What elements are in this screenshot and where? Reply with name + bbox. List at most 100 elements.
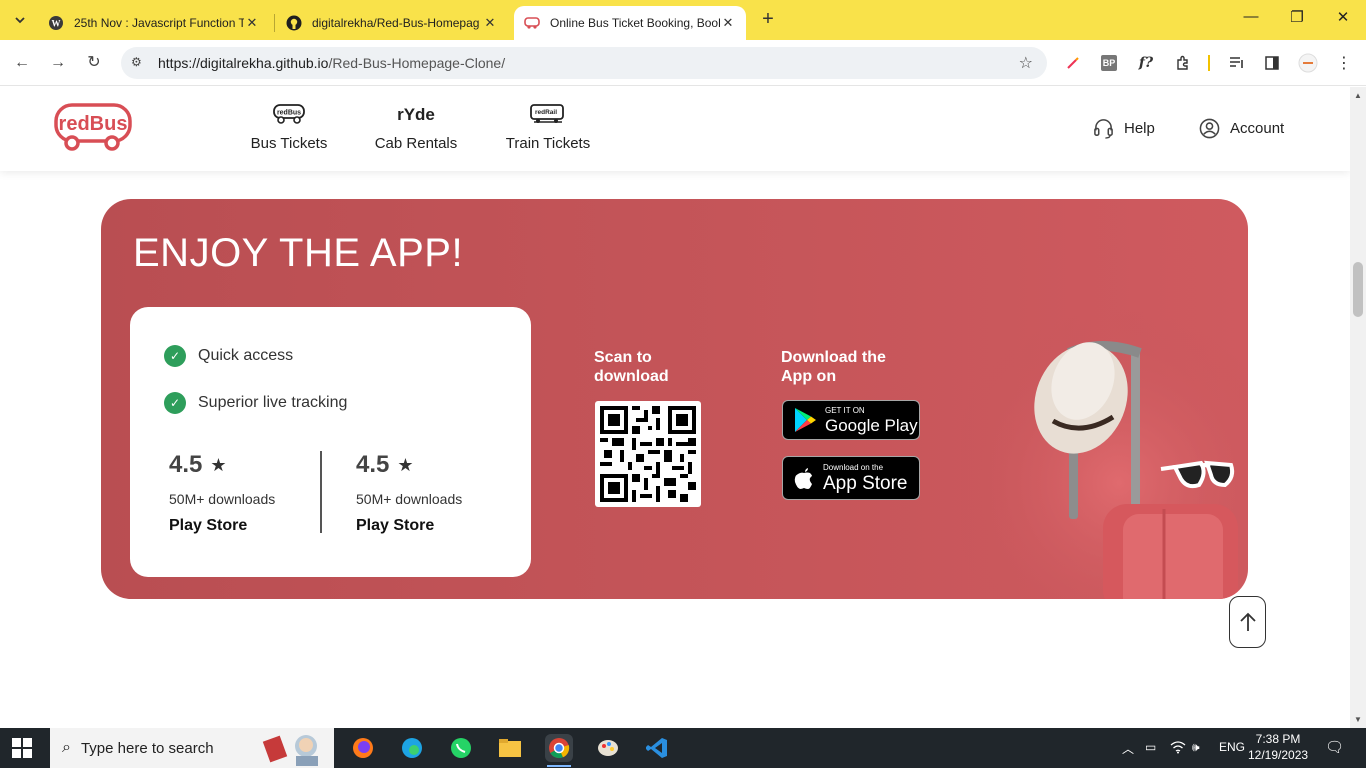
- nav-train-tickets[interactable]: redRail Train Tickets: [500, 103, 596, 152]
- help-link[interactable]: Help: [1093, 118, 1155, 139]
- browser-tab-3[interactable]: Online Bus Ticket Booking, Book ✕: [514, 6, 746, 40]
- github-icon: [286, 15, 302, 31]
- wifi-icon[interactable]: [1170, 740, 1186, 757]
- account-icon: [1199, 118, 1220, 139]
- battery-icon[interactable]: ▭: [1145, 740, 1156, 754]
- clock-date: 12/19/2023: [1248, 748, 1309, 762]
- browser-tab-2[interactable]: digitalrekha/Red-Bus-Homepag ✕: [276, 6, 508, 40]
- whatsapp-icon[interactable]: [447, 734, 475, 762]
- nav-label: Train Tickets: [505, 135, 591, 152]
- nav-label: Bus Tickets: [250, 135, 328, 152]
- google-play-badge[interactable]: GET IT ON Google Play: [782, 400, 920, 440]
- language-indicator[interactable]: ENG: [1219, 740, 1245, 754]
- close-icon[interactable]: ✕: [244, 15, 260, 31]
- close-icon[interactable]: ✕: [720, 15, 736, 31]
- nav-cab-rentals[interactable]: rYde Cab Rentals: [370, 103, 462, 152]
- feature-live-tracking: ✓ Superior live tracking: [164, 392, 347, 414]
- color-picker-extension-icon[interactable]: [1062, 52, 1084, 74]
- feature-label: Superior live tracking: [198, 394, 348, 411]
- help-label: Help: [1124, 120, 1155, 137]
- paint-icon[interactable]: [594, 734, 622, 762]
- google-play-icon: [795, 408, 816, 432]
- scrollbar-thumb[interactable]: [1353, 262, 1363, 317]
- close-icon[interactable]: ✕: [482, 15, 498, 31]
- arrow-up-icon: [1239, 612, 1256, 631]
- nav-bus-tickets[interactable]: redBus Bus Tickets: [246, 103, 332, 152]
- side-panel-icon[interactable]: [1261, 52, 1283, 74]
- tab-search-button[interactable]: [8, 8, 32, 32]
- file-explorer-icon[interactable]: [496, 734, 524, 762]
- close-window-button[interactable]: ✕: [1328, 8, 1358, 32]
- menu-kebab-icon[interactable]: ⋮: [1333, 52, 1355, 74]
- formula-extension-icon[interactable]: f?: [1135, 52, 1157, 74]
- site-header: redBus redBus Bus Tickets rYde Cab Renta…: [0, 87, 1350, 171]
- windows-start-icon[interactable]: [12, 738, 32, 758]
- rating-divider: [320, 451, 322, 533]
- star-icon: ★: [397, 454, 414, 475]
- taskbar-search-box[interactable]: ⌕ Type here to search: [50, 728, 334, 768]
- scroll-down-arrow-icon[interactable]: ▼: [1354, 715, 1362, 724]
- taskbar-search-placeholder: Type here to search: [80, 739, 214, 757]
- edge-icon[interactable]: [398, 734, 426, 762]
- scroll-to-top-button[interactable]: [1229, 596, 1266, 648]
- tray-overflow-icon[interactable]: ︿: [1122, 740, 1134, 757]
- svg-text:redRail: redRail: [535, 109, 557, 116]
- browser-tab-bar: W 25th Nov : Javascript Function T ✕ dig…: [0, 0, 1366, 40]
- page-scrollbar[interactable]: ▲ ▼: [1350, 87, 1366, 728]
- tab-title: Online Bus Ticket Booking, Book: [550, 16, 720, 30]
- download-count: 50M+ downloads: [169, 491, 276, 507]
- reload-button[interactable]: ↻: [82, 51, 106, 75]
- scroll-up-arrow-icon[interactable]: ▲: [1354, 91, 1362, 100]
- train-icon: redRail: [500, 103, 596, 125]
- minimize-button[interactable]: —: [1236, 8, 1266, 32]
- new-tab-button[interactable]: +: [758, 9, 778, 29]
- chrome-icon[interactable]: [545, 734, 573, 767]
- toolbar-divider: [1208, 55, 1210, 71]
- app-store-badge[interactable]: Download on the App Store: [782, 456, 920, 500]
- web-page: redBus redBus Bus Tickets rYde Cab Renta…: [0, 87, 1350, 728]
- taskbar-clock[interactable]: 7:38 PM 12/19/2023: [1248, 731, 1308, 763]
- vscode-icon[interactable]: [643, 734, 671, 762]
- volume-icon[interactable]: 🕪: [1192, 740, 1200, 755]
- tab-separator: [274, 14, 275, 32]
- profile-avatar[interactable]: [1297, 52, 1319, 74]
- tab-title: digitalrekha/Red-Bus-Homepag: [312, 16, 480, 30]
- notifications-icon[interactable]: 🗨: [1325, 738, 1344, 756]
- redbus-logo[interactable]: redBus: [54, 101, 134, 153]
- restore-button[interactable]: ❐: [1282, 8, 1312, 32]
- wordpress-icon: W: [48, 15, 64, 31]
- feature-quick-access: ✓ Quick access: [164, 345, 293, 367]
- back-button[interactable]: ←: [10, 51, 34, 75]
- download-count: 50M+ downloads: [356, 491, 463, 507]
- extensions-puzzle-icon[interactable]: [1172, 52, 1194, 74]
- site-settings-icon[interactable]: ⚙: [131, 55, 142, 69]
- check-circle-icon: ✓: [164, 392, 186, 414]
- app-info-card: ✓ Quick access ✓ Superior live tracking …: [130, 307, 531, 577]
- forward-button[interactable]: →: [46, 51, 70, 75]
- address-bar[interactable]: ⚙ https://digitalrekha.github.io/Red-Bus…: [121, 47, 1047, 79]
- luggage-illustration: [961, 309, 1248, 599]
- url-text[interactable]: https://digitalrekha.github.io/Red-Bus-H…: [158, 55, 505, 71]
- bookmark-star-icon[interactable]: ☆: [1019, 53, 1033, 73]
- reading-list-icon[interactable]: [1226, 52, 1248, 74]
- clock-time: 7:38 PM: [1255, 732, 1301, 746]
- firefox-icon[interactable]: [349, 734, 377, 762]
- ryde-icon: rYde: [370, 103, 462, 125]
- browser-toolbar: ← → ↻ ⚙ https://digitalrekha.github.io/R…: [0, 40, 1366, 86]
- windows-taskbar: ⌕ Type here to search ︿ ▭ 🕪 ENG 7:38 PM …: [0, 728, 1366, 768]
- account-link[interactable]: Account: [1199, 118, 1284, 139]
- apple-icon: [794, 468, 812, 489]
- rating-block-2: 4.5 ★ 50M+ downloads Play Store: [356, 451, 496, 535]
- store-name: Play Store: [169, 517, 248, 534]
- app-promo-banner: ENJOY THE APP! ✓ Quick access ✓ Superior…: [101, 199, 1248, 599]
- star-icon: ★: [210, 454, 227, 475]
- svg-text:redBus: redBus: [59, 113, 128, 135]
- bus-icon: redBus: [246, 103, 332, 125]
- scan-to-download-label: Scan to download: [594, 349, 669, 385]
- browser-tab-1[interactable]: W 25th Nov : Javascript Function T ✕: [38, 6, 270, 40]
- search-icon: ⌕: [62, 739, 71, 756]
- bp-extension-icon[interactable]: BP: [1101, 55, 1117, 71]
- svg-text:redBus: redBus: [277, 110, 301, 117]
- check-circle-icon: ✓: [164, 345, 186, 367]
- feature-label: Quick access: [198, 347, 294, 364]
